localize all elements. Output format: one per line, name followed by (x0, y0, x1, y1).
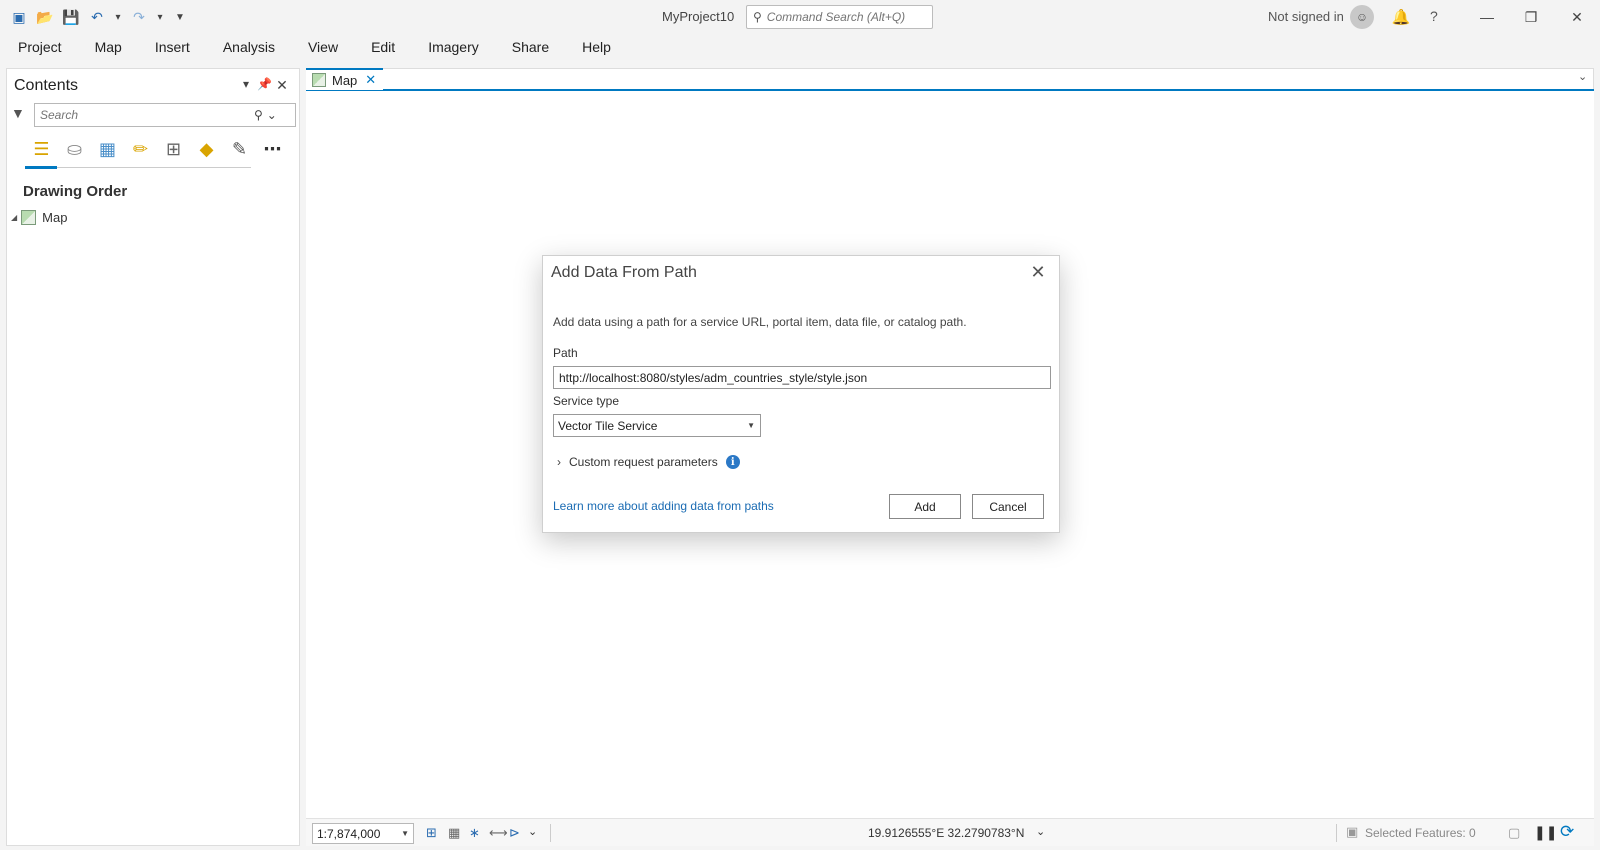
close-tab-icon[interactable]: ✕ (365, 72, 376, 88)
tree-item-map[interactable]: ◢ Map (11, 210, 67, 225)
command-search-input[interactable] (766, 10, 917, 24)
list-by-snapping-icon[interactable]: ⊞ (157, 135, 190, 163)
tab-project[interactable]: Project (18, 39, 62, 55)
new-project-icon[interactable]: ▣ (8, 6, 30, 28)
window-title: MyProject10 (662, 9, 735, 24)
list-by-drawing-order-icon[interactable]: ☰ (25, 135, 58, 163)
help-icon[interactable]: ? (1430, 8, 1438, 24)
title-bar: ▣ 📂 💾 ↶ ▾ ↷ ▾ ▼ MyProject10 ⚲ Not signed… (0, 0, 1600, 34)
open-project-icon[interactable]: 📂 (34, 6, 56, 28)
dialog-description: Add data using a path for a service URL,… (553, 315, 967, 329)
add-data-from-path-dialog: Add Data From Path ✕ Add data using a pa… (542, 255, 1060, 533)
list-by-data-source-icon[interactable]: ⛀ (58, 135, 91, 163)
info-icon[interactable]: i (725, 455, 740, 469)
tab-help[interactable]: Help (582, 39, 611, 55)
map-status-bar: 1:7,874,000 ▼ ⊞ ▦ ∗ ⟷ ⊳ ⌄ 19.9126555°E 3… (306, 818, 1594, 846)
tree-item-label: Map (42, 210, 68, 225)
contents-search[interactable]: ⚲ ⌄ (34, 103, 296, 127)
tab-map[interactable]: Map (95, 39, 122, 55)
tab-list-chevron-icon[interactable]: ⌄ (1578, 70, 1587, 83)
ribbon-tabs: Project Map Insert Analysis View Edit Im… (0, 34, 1600, 60)
active-view-indicator (25, 166, 57, 169)
close-pane-icon[interactable]: ✕ (275, 77, 289, 94)
status-separator (1336, 824, 1337, 842)
quick-access-toolbar: ▣ 📂 💾 ↶ ▾ ↷ ▾ ▼ (8, 6, 190, 28)
close-window-icon[interactable]: ✕ (1564, 4, 1590, 30)
pause-drawing-icon[interactable]: ❚❚ (1534, 824, 1557, 841)
pane-options-icon[interactable]: ▾ (239, 77, 253, 91)
tab-view[interactable]: View (308, 39, 338, 55)
cancel-button[interactable]: Cancel (972, 494, 1044, 519)
map-tab-label: Map (332, 72, 358, 88)
path-input[interactable] (553, 366, 1051, 389)
search-options-icon[interactable]: ⌄ (267, 108, 277, 122)
scale-value: 1:7,874,000 (317, 826, 381, 841)
add-button[interactable]: Add (889, 494, 961, 519)
scale-selector[interactable]: 1:7,874,000 ▼ (312, 823, 414, 844)
toolbar-divider (25, 167, 251, 168)
list-by-editing-icon[interactable]: ✏ (124, 135, 157, 163)
contents-search-input[interactable] (40, 108, 250, 122)
selection-icon: ▣ (1346, 824, 1359, 839)
list-by-selection-icon[interactable]: ▦ (91, 135, 124, 163)
close-icon[interactable]: ✕ (1027, 262, 1049, 284)
undo-dropdown-icon[interactable]: ▾ (112, 6, 124, 28)
tab-edit[interactable]: Edit (371, 39, 395, 55)
learn-more-link[interactable]: Learn more about adding data from paths (553, 499, 774, 513)
clear-selection-icon[interactable]: ▢ (1508, 825, 1520, 841)
more-options-icon[interactable]: ⋯ (256, 135, 289, 163)
redo-dropdown-icon[interactable]: ▾ (154, 6, 166, 28)
snapping-icon[interactable]: ∗ (469, 825, 480, 841)
coordinate-format-chevron-icon[interactable]: ⌄ (1036, 825, 1045, 838)
avatar[interactable]: ☺ (1350, 5, 1374, 29)
map-icon (21, 210, 37, 225)
chevron-right-icon: › (557, 455, 561, 469)
service-type-label: Service type (553, 394, 620, 408)
dialog-title: Add Data From Path (551, 264, 697, 281)
customize-toolbar-icon[interactable]: ▼ (170, 6, 190, 28)
undo-icon[interactable]: ↶ (86, 6, 108, 28)
tab-share[interactable]: Share (512, 39, 549, 55)
redo-icon[interactable]: ↷ (128, 6, 150, 28)
custom-request-parameters-toggle[interactable]: › Custom request parameters i (557, 455, 740, 469)
pin-icon[interactable]: 📌 (257, 77, 272, 91)
minimize-icon[interactable]: — (1474, 4, 1500, 30)
chevron-down-icon: ▼ (401, 829, 409, 838)
tab-analysis[interactable]: Analysis (223, 39, 275, 55)
tab-imagery[interactable]: Imagery (428, 39, 479, 55)
refresh-icon[interactable]: ⟳ (1560, 822, 1574, 842)
search-icon: ⚲ (753, 10, 762, 24)
collapse-icon[interactable]: ◢ (11, 213, 17, 222)
map-icon (312, 73, 326, 87)
constraints-icon[interactable]: ⟷ (489, 825, 508, 841)
tab-insert[interactable]: Insert (155, 39, 190, 55)
command-search[interactable]: ⚲ (746, 5, 933, 29)
signin-status[interactable]: Not signed in (1268, 9, 1344, 24)
restore-icon[interactable]: ❐ (1518, 4, 1544, 30)
grid-snap-icon[interactable]: ⊞ (426, 825, 437, 841)
search-icon[interactable]: ⚲ (254, 108, 263, 122)
coordinates-readout: 19.9126555°E 32.2790783°N (868, 826, 1025, 840)
custom-params-label: Custom request parameters (569, 455, 718, 469)
contents-pane: Contents ▾ 📌 ✕ ▼ ⚲ ⌄ ☰ ⛀ ▦ ✏ ⊞ ◆ ✎ ⋯ Dra… (6, 68, 300, 846)
notifications-icon[interactable]: 🔔 (1390, 6, 1412, 28)
save-project-icon[interactable]: 💾 (60, 6, 82, 28)
chevron-down-icon[interactable]: ⌄ (528, 825, 537, 838)
path-label: Path (553, 346, 578, 360)
map-tab[interactable]: Map ✕ (306, 68, 383, 90)
selected-features-count[interactable]: Selected Features: 0 (1365, 826, 1476, 840)
service-type-value: Vector Tile Service (558, 418, 658, 433)
contents-title: Contents (14, 77, 79, 94)
correction-icon[interactable]: ⊳ (509, 825, 520, 841)
service-type-select[interactable]: Vector Tile Service ▼ (553, 414, 761, 437)
tab-underline (306, 89, 1594, 91)
list-by-labeling-icon[interactable]: ◆ (190, 135, 223, 163)
chevron-down-icon: ▼ (747, 421, 755, 430)
status-separator (550, 824, 551, 842)
list-by-perspective-icon[interactable]: ✎ (223, 135, 256, 163)
section-title: Drawing Order (23, 183, 128, 200)
filter-icon[interactable]: ▼ (11, 105, 25, 121)
grid-icon[interactable]: ▦ (448, 825, 460, 841)
contents-views-toolbar: ☰ ⛀ ▦ ✏ ⊞ ◆ ✎ ⋯ (25, 135, 289, 163)
